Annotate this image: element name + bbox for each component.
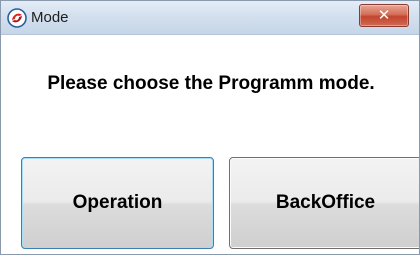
close-icon: ✕ [377,6,391,24]
mode-dialog-window: Mode ✕ Please choose the Programm mode. … [0,0,420,255]
title-bar[interactable]: Mode ✕ [1,1,419,35]
operation-button[interactable]: Operation [21,157,214,249]
window-title: Mode [31,9,69,26]
close-button[interactable]: ✕ [359,4,409,27]
prompt-message: Please choose the Programm mode. [47,73,375,94]
backoffice-button[interactable]: BackOffice [229,157,419,249]
app-logo-icon [7,8,27,28]
